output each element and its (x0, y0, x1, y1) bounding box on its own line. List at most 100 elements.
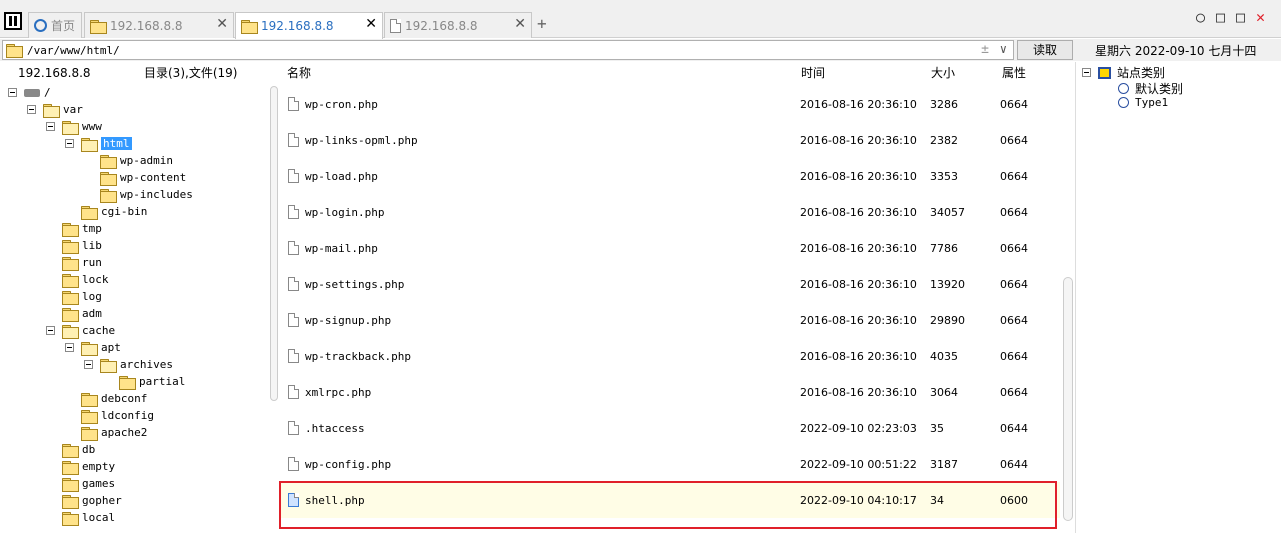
restore-icon[interactable]: □ (1216, 8, 1225, 26)
folder-open-icon (100, 358, 117, 373)
file-name-cell: wp-settings.php (288, 277, 404, 291)
collapse-icon[interactable] (27, 105, 36, 114)
file-row[interactable]: wp-links-opml.php 2016-08-16 20:36:10 2382… (280, 122, 1060, 158)
folder-icon (62, 222, 79, 237)
tree-node[interactable]: lock (62, 271, 109, 288)
tab-host-3[interactable]: 192.168.8.8 ✕ (384, 12, 532, 38)
file-name: wp-links-opml.php (305, 133, 418, 147)
file-size: 29890 (930, 313, 965, 327)
file-icon (288, 97, 299, 111)
file-name: wp-mail.php (305, 241, 378, 255)
file-row[interactable]: wp-load.php 2016-08-16 20:36:10 3353 0664 (280, 158, 1060, 194)
category-root[interactable]: 站点类别 (1082, 64, 1165, 81)
close-icon[interactable]: ✕ (514, 16, 526, 32)
tree-node[interactable]: html (65, 135, 132, 152)
tree-node[interactable]: gopher (62, 492, 122, 509)
file-row[interactable]: wp-config.php 2022-09-10 00:51:22 3187 0644 (280, 446, 1060, 482)
category-default[interactable]: 默认类别 (1118, 80, 1183, 97)
close-icon[interactable]: ✕ (365, 16, 377, 32)
tree-node-label: ldconfig (101, 409, 154, 422)
collapse-icon[interactable] (65, 139, 74, 148)
file-size: 35 (930, 421, 944, 435)
tree-node[interactable]: wp-admin (100, 152, 173, 169)
tree-node[interactable]: apache2 (81, 424, 147, 441)
tree-node-label: adm (82, 307, 102, 320)
collapse-icon[interactable] (8, 88, 17, 97)
file-row[interactable]: xmlrpc.php 2016-08-16 20:36:10 3064 0664 (280, 374, 1060, 410)
tree-node[interactable]: / (8, 84, 51, 101)
tree-node[interactable]: partial (119, 373, 185, 390)
tree-node[interactable]: log (62, 288, 102, 305)
column-header-time[interactable]: 时间 (801, 62, 826, 84)
file-icon (288, 205, 299, 219)
tree-node[interactable]: cgi-bin (81, 203, 147, 220)
file-name-cell: .htaccess (288, 421, 365, 435)
app-logo-icon (4, 12, 22, 30)
collapse-icon[interactable] (46, 122, 55, 131)
column-header-attr[interactable]: 属性 (1002, 62, 1027, 84)
tree-node-label: archives (120, 358, 173, 371)
tree-scrollbar[interactable] (270, 86, 278, 401)
tab-host-2[interactable]: 192.168.8.8 ✕ (235, 12, 383, 39)
tree-node[interactable]: var (27, 101, 83, 118)
file-row[interactable]: wp-cron.php 2016-08-16 20:36:10 3286 0664 (280, 86, 1060, 122)
tree-node[interactable]: apt (65, 339, 121, 356)
tree-node[interactable]: wp-includes (100, 186, 193, 203)
tab-host-1[interactable]: 192.168.8.8 ✕ (84, 12, 234, 38)
tree-node[interactable]: tmp (62, 220, 102, 237)
tree-node[interactable]: games (62, 475, 115, 492)
tab-home[interactable]: 首页 (28, 12, 82, 38)
file-row[interactable]: wp-login.php 2016-08-16 20:36:10 34057 0664 (280, 194, 1060, 230)
tab-label: 首页 (51, 19, 76, 33)
tree-node[interactable]: wp-content (100, 169, 186, 186)
tree-node[interactable]: www (46, 118, 102, 135)
maximize-icon[interactable]: □ (1236, 8, 1245, 26)
file-list-scrollbar[interactable] (1063, 277, 1073, 521)
collapse-icon[interactable] (46, 326, 55, 335)
folder-icon (90, 19, 107, 34)
tree-node[interactable]: archives (84, 356, 173, 373)
tree-node[interactable]: run (62, 254, 102, 271)
tree-node[interactable]: debconf (81, 390, 147, 407)
file-row[interactable]: wp-trackback.php 2016-08-16 20:36:10 4035 0… (280, 338, 1060, 374)
tree-node-label: debconf (101, 392, 148, 405)
file-row[interactable]: .htaccess 2022-09-10 02:23:03 35 0644 (280, 410, 1060, 446)
column-header-size[interactable]: 大小 (931, 62, 956, 84)
close-icon[interactable]: ✕ (216, 16, 228, 32)
chevron-down-icon[interactable]: ∨ (1000, 42, 1007, 56)
file-attr: 0664 (1000, 241, 1028, 255)
file-attr: 0664 (1000, 133, 1028, 147)
file-icon (288, 349, 299, 363)
tree-node[interactable]: cache (46, 322, 115, 339)
path-input[interactable]: /var/www/html/ ± ∨ (2, 40, 1014, 60)
file-row[interactable]: wp-signup.php 2016-08-16 20:36:10 29890 066… (280, 302, 1060, 338)
tree-node[interactable]: ldconfig (81, 407, 154, 424)
column-header-name[interactable]: 名称 (287, 62, 312, 84)
category-type1[interactable]: Type1 (1118, 96, 1168, 109)
collapse-icon[interactable] (65, 343, 74, 352)
file-row[interactable]: wp-mail.php 2016-08-16 20:36:10 7786 0664 (280, 230, 1060, 266)
file-icon (288, 133, 299, 147)
category-item-label: 默认类别 (1135, 82, 1184, 96)
file-row[interactable]: wp-settings.php 2016-08-16 20:36:10 13920 0… (280, 266, 1060, 302)
file-name: wp-signup.php (305, 313, 392, 327)
tree-node[interactable]: adm (62, 305, 102, 322)
tree-node-label: run (82, 256, 102, 269)
tree-node[interactable]: db (62, 441, 95, 458)
tree-node[interactable]: empty (62, 458, 115, 475)
tree-node[interactable]: local (62, 509, 115, 526)
tree-node[interactable]: lib (62, 237, 102, 254)
file-time: 2016-08-16 20:36:10 (800, 385, 917, 399)
minimize-icon[interactable]: ○ (1196, 8, 1205, 26)
tree-node-label: db (82, 443, 96, 456)
collapse-icon[interactable] (1082, 68, 1091, 77)
bookmark-icon[interactable]: ± (981, 42, 989, 57)
close-window-icon[interactable]: ✕ (1256, 8, 1265, 26)
tree-node-label: wp-content (120, 171, 187, 184)
collapse-icon[interactable] (84, 360, 93, 369)
folder-icon (62, 256, 79, 271)
tree-node-label: lib (82, 239, 102, 252)
file-attr: 0664 (1000, 97, 1028, 111)
add-tab-icon[interactable]: + (537, 14, 547, 33)
read-button[interactable]: 读取 (1017, 40, 1073, 60)
